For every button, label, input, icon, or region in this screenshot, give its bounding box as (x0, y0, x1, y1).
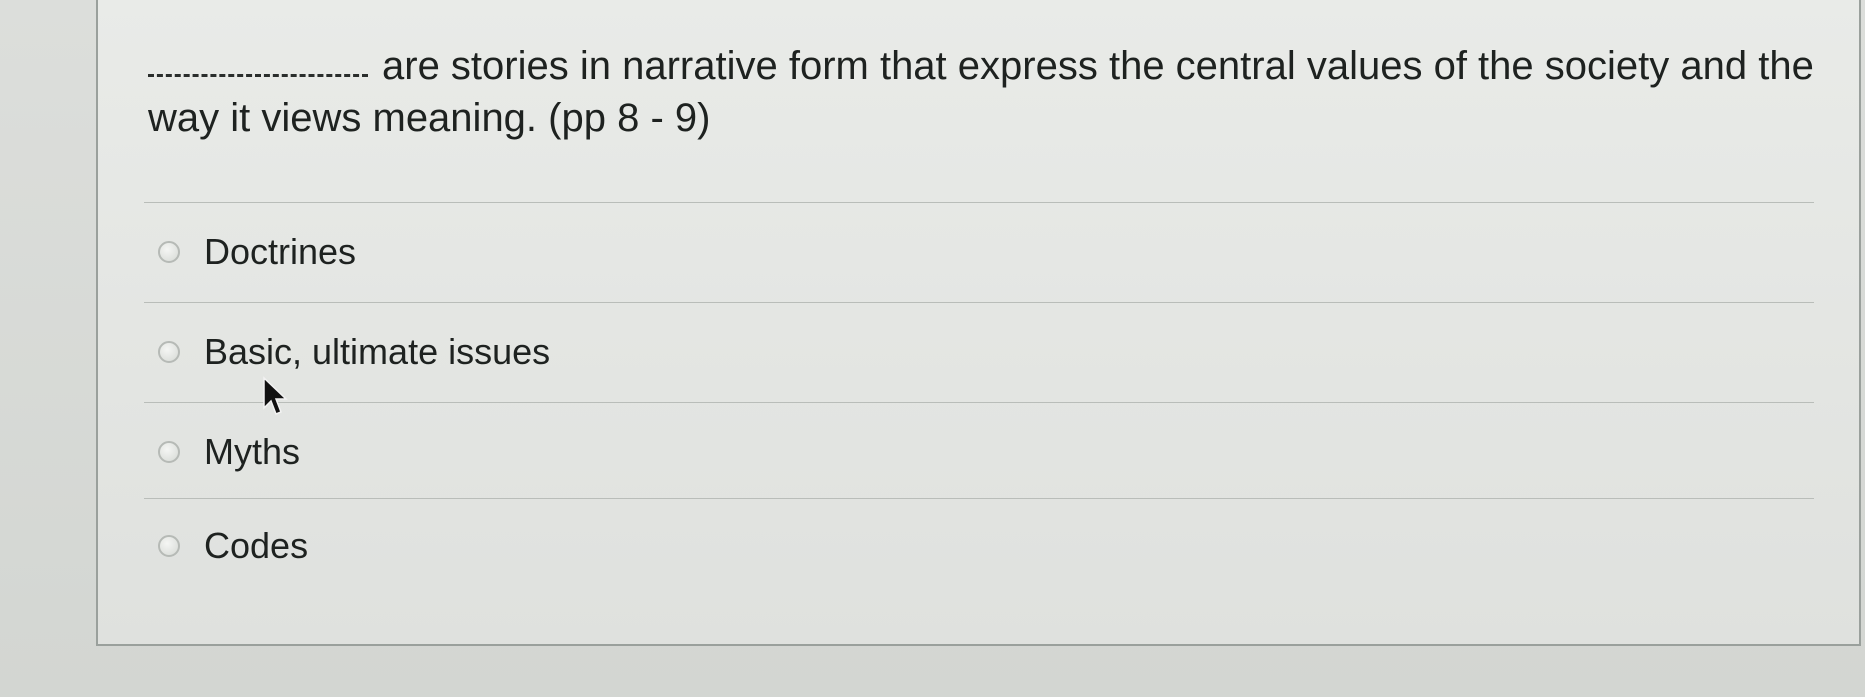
fill-in-blank (148, 46, 368, 77)
answer-option-codes[interactable]: Codes (158, 516, 308, 576)
divider (144, 302, 1814, 303)
question-text: are stories in narrative form that expre… (148, 40, 1865, 144)
radio-button[interactable] (158, 441, 180, 463)
arrow-pointer-icon (263, 376, 288, 415)
divider (144, 202, 1814, 203)
answer-label: Basic, ultimate issues (204, 331, 551, 372)
answer-label: Myths (204, 431, 301, 472)
answer-option-doctrines[interactable]: Doctrines (158, 222, 356, 282)
answer-label: Codes (204, 525, 309, 566)
answer-option-basic-ultimate-issues[interactable]: Basic, ultimate issues (158, 322, 550, 382)
divider (144, 498, 1814, 499)
divider (144, 402, 1814, 403)
answer-label: Doctrines (204, 231, 357, 272)
radio-button[interactable] (158, 241, 180, 263)
radio-button[interactable] (158, 341, 180, 363)
radio-button[interactable] (158, 535, 180, 557)
question-card: are stories in narrative form that expre… (96, 0, 1861, 646)
question-prompt: are stories in narrative form that expre… (148, 44, 1814, 140)
answer-option-myths[interactable]: Myths (158, 422, 300, 482)
